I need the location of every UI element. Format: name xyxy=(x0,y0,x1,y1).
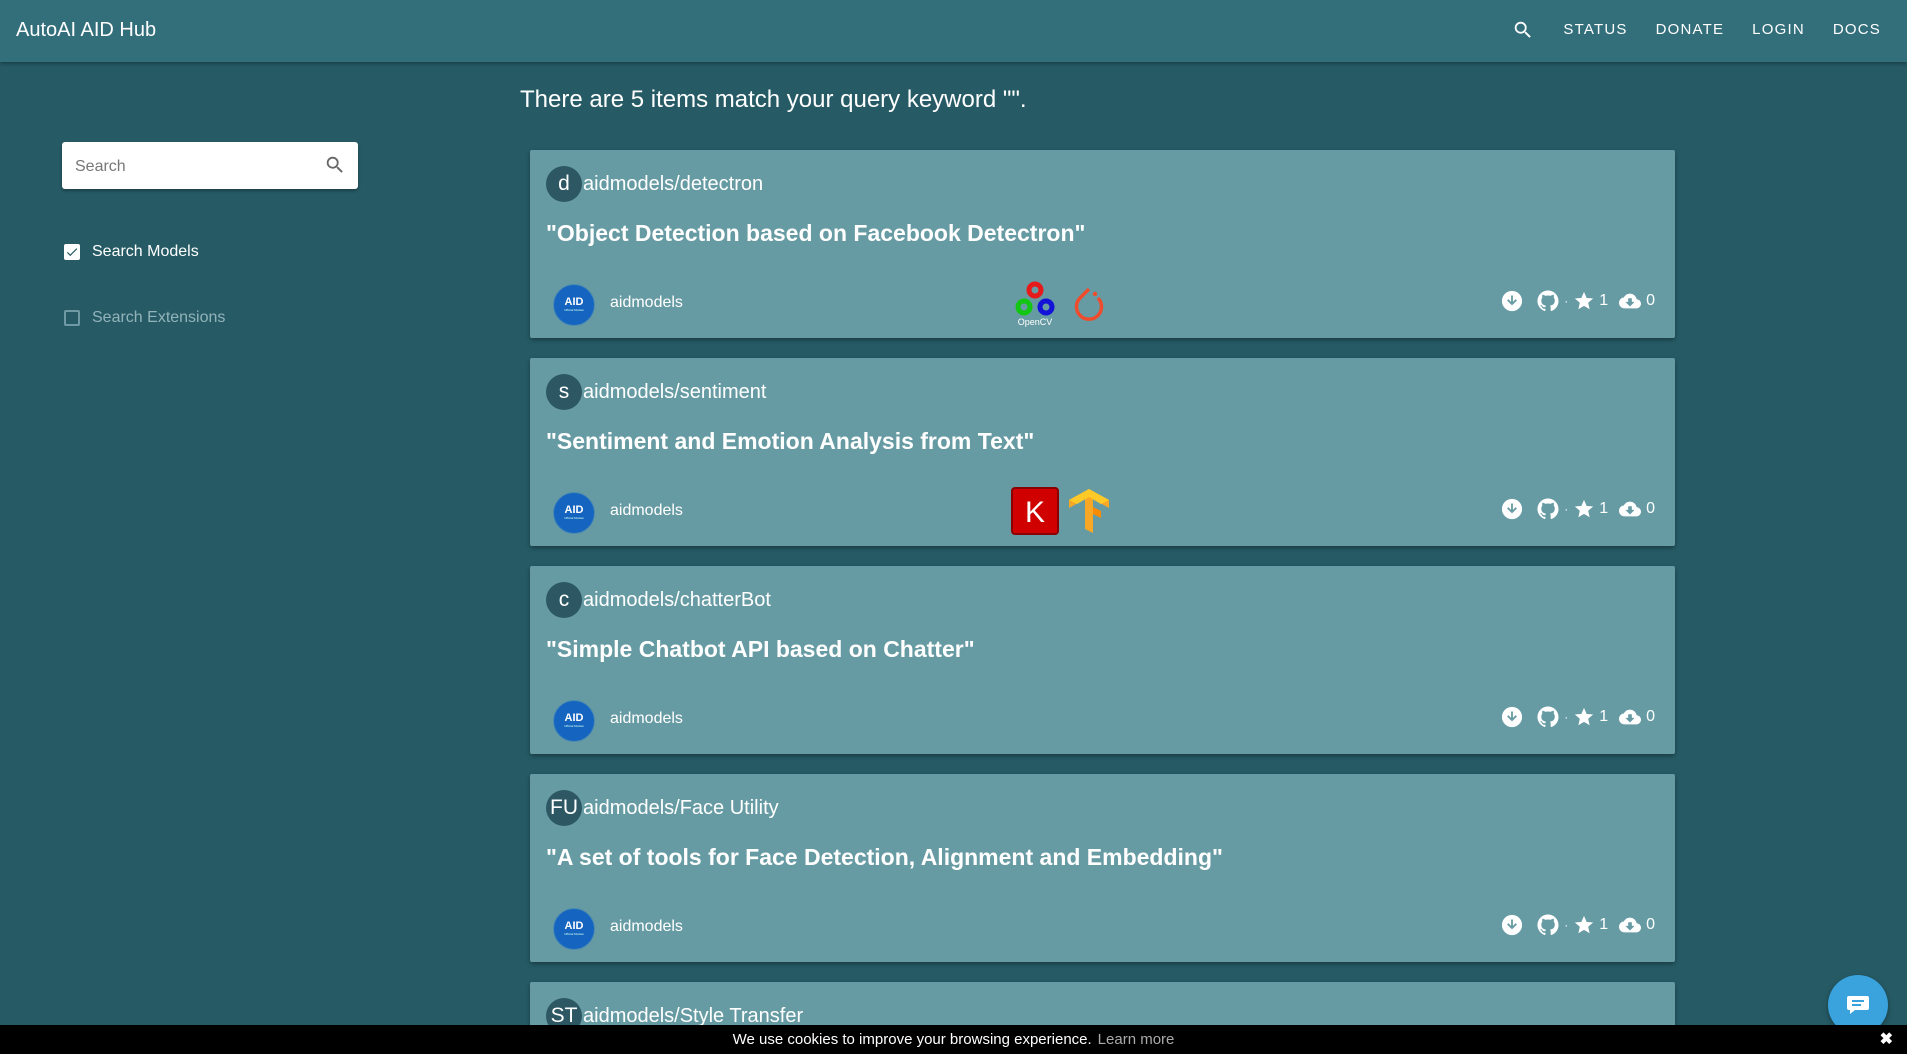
model-card[interactable]: d aidmodels/detectron "Object Detection … xyxy=(530,150,1675,338)
model-name[interactable]: aidmodels/Face Utility xyxy=(583,797,779,820)
opencv-logo-icon: OpenCV xyxy=(1010,278,1060,328)
search-icon[interactable] xyxy=(1503,10,1543,50)
star-count: 1 xyxy=(1599,292,1609,309)
star-count: 1 xyxy=(1599,916,1609,933)
learn-more-link[interactable]: Learn more xyxy=(1098,1031,1175,1048)
filter-search-extensions[interactable]: Search Extensions xyxy=(64,303,225,333)
org-avatar[interactable]: AID Official Models xyxy=(553,700,595,742)
cloud-download-icon xyxy=(1618,914,1642,936)
model-description: "Simple Chatbot API based on Chatter" xyxy=(546,636,975,662)
keras-logo-icon: K xyxy=(1010,486,1060,536)
model-avatar: FU xyxy=(546,790,582,826)
download-count: 0 xyxy=(1646,708,1655,725)
filter-sidebar: Search Models Search Extensions xyxy=(62,142,358,326)
org-name[interactable]: aidmodels xyxy=(610,294,683,312)
filter-search-models[interactable]: Search Models xyxy=(64,237,199,267)
org-name[interactable]: aidmodels xyxy=(610,710,683,728)
cloud-download-icon xyxy=(1618,706,1642,728)
nav-status[interactable]: STATUS xyxy=(1549,0,1641,60)
framework-list: OpenCV xyxy=(1010,278,1118,328)
svg-text:K: K xyxy=(1025,496,1045,529)
top-nav: STATUS DONATE LOGIN DOCS xyxy=(1503,0,1895,60)
app-title[interactable]: AutoAI AID Hub xyxy=(16,0,156,60)
download-count: 0 xyxy=(1646,292,1655,309)
org-name[interactable]: aidmodels xyxy=(610,502,683,520)
model-card[interactable]: FU aidmodels/Face Utility "A set of tool… xyxy=(530,774,1675,962)
github-icon[interactable] xyxy=(1537,914,1559,936)
pytorch-logo-icon xyxy=(1064,278,1114,328)
model-description: "Object Detection based on Facebook Dete… xyxy=(546,220,1086,246)
model-card[interactable]: c aidmodels/chatterBot "Simple Chatbot A… xyxy=(530,566,1675,754)
search-icon[interactable] xyxy=(324,154,346,181)
download-icon[interactable] xyxy=(1501,706,1523,728)
nav-donate[interactable]: DONATE xyxy=(1642,0,1739,60)
download-count: 0 xyxy=(1646,500,1655,517)
github-icon[interactable] xyxy=(1537,706,1559,728)
star-count: 1 xyxy=(1599,500,1609,517)
search-input[interactable] xyxy=(73,142,317,191)
download-icon[interactable] xyxy=(1501,498,1523,520)
filter-label: Search Models xyxy=(92,243,199,260)
nav-docs[interactable]: DOCS xyxy=(1819,0,1895,60)
star-icon[interactable] xyxy=(1573,914,1595,936)
model-stats: · 1 0 xyxy=(1501,498,1655,520)
model-card[interactable]: s aidmodels/sentiment "Sentiment and Emo… xyxy=(530,358,1675,546)
star-icon[interactable] xyxy=(1573,290,1595,312)
org-avatar[interactable]: AID Official Models xyxy=(553,908,595,950)
filter-label: Search Extensions xyxy=(92,309,226,326)
cookie-text: We use cookies to improve your browsing … xyxy=(732,1031,1092,1048)
model-avatar: s xyxy=(546,374,582,410)
download-icon[interactable] xyxy=(1501,290,1523,312)
sidebar-search-box xyxy=(62,142,358,191)
model-description: "A set of tools for Face Detection, Alig… xyxy=(546,844,1223,870)
checkbox-checked-icon[interactable] xyxy=(64,244,80,260)
cloud-download-icon xyxy=(1618,498,1642,520)
model-name[interactable]: aidmodels/chatterBot xyxy=(583,589,771,612)
framework-list: K xyxy=(1010,486,1118,536)
cloud-download-icon xyxy=(1618,290,1642,312)
org-name[interactable]: aidmodels xyxy=(610,918,683,936)
top-app-bar: AutoAI AID Hub STATUS DONATE LOGIN DOCS xyxy=(0,0,1907,62)
model-stats: · 1 0 xyxy=(1501,914,1655,936)
download-count: 0 xyxy=(1646,916,1655,933)
tensorflow-logo-icon xyxy=(1064,486,1114,536)
model-name[interactable]: aidmodels/sentiment xyxy=(583,381,766,404)
model-avatar: c xyxy=(546,582,582,618)
model-avatar: d xyxy=(546,166,582,202)
download-icon[interactable] xyxy=(1501,914,1523,936)
checkbox-unchecked-icon[interactable] xyxy=(64,310,80,326)
github-icon[interactable] xyxy=(1537,498,1559,520)
org-avatar[interactable]: AID Official Models xyxy=(553,284,595,326)
svg-text:OpenCV: OpenCV xyxy=(1018,317,1053,327)
model-description: "Sentiment and Emotion Analysis from Tex… xyxy=(546,428,1035,454)
results-summary: There are 5 items match your query keywo… xyxy=(520,86,1027,113)
github-icon[interactable] xyxy=(1537,290,1559,312)
chat-bubble-icon xyxy=(1847,996,1869,1014)
model-stats: · 1 0 xyxy=(1501,706,1655,728)
star-icon[interactable] xyxy=(1573,706,1595,728)
close-icon[interactable]: ✖ xyxy=(1880,1029,1893,1049)
org-avatar[interactable]: AID Official Models xyxy=(553,492,595,534)
nav-login[interactable]: LOGIN xyxy=(1738,0,1819,60)
star-icon[interactable] xyxy=(1573,498,1595,520)
cookie-banner: We use cookies to improve your browsing … xyxy=(0,1025,1907,1054)
star-count: 1 xyxy=(1599,708,1609,725)
model-stats: · 1 0 xyxy=(1501,290,1655,312)
model-name[interactable]: aidmodels/detectron xyxy=(583,173,763,196)
